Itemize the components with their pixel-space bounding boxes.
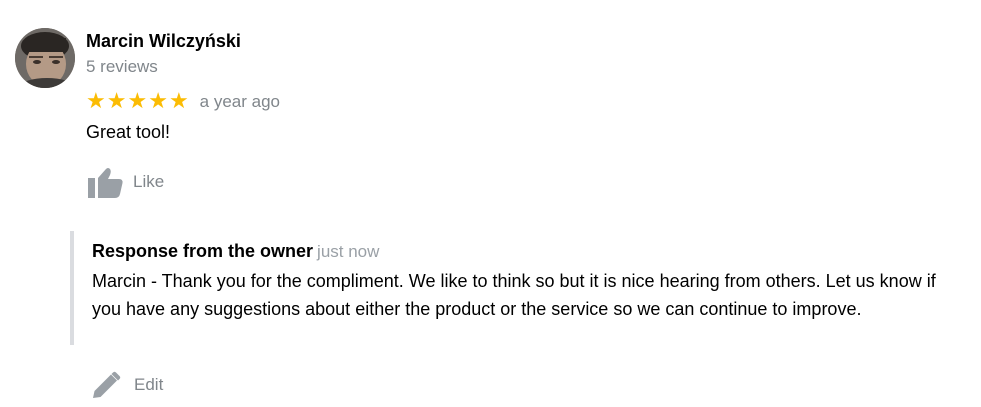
owner-response-header: Response from the owner just now	[92, 240, 950, 263]
reviewer-review-count: 5 reviews	[86, 57, 158, 76]
rating-row: ★ ★ ★ ★ ★ a year ago	[86, 91, 280, 113]
review-time: a year ago	[199, 92, 281, 111]
edit-label: Edit	[134, 375, 164, 394]
like-label: Like	[133, 172, 165, 191]
avatar[interactable]	[15, 28, 75, 88]
star-icon: ★	[86, 89, 106, 114]
owner-response-time: just now	[317, 242, 380, 261]
review-card: Marcin Wilczyński 5 reviews ★ ★ ★ ★ ★ a year…	[0, 0, 981, 407]
reviewer-name[interactable]: Marcin Wilczyński	[86, 30, 241, 52]
star-icon: ★	[127, 89, 148, 114]
like-button[interactable]: Like	[88, 166, 164, 198]
star-icon: ★	[148, 89, 168, 114]
thumbs-up-icon	[88, 168, 123, 198]
star-icon: ★	[106, 89, 127, 114]
star-rating: ★ ★ ★ ★ ★	[86, 91, 189, 113]
review-text: Great tool!	[86, 122, 171, 142]
edit-button[interactable]: Edit	[92, 369, 163, 401]
owner-response: Response from the owner just now Marcin -…	[70, 231, 950, 345]
pencil-icon	[93, 371, 121, 398]
star-icon: ★	[168, 89, 189, 114]
owner-response-text: Marcin - Thank you for the compliment. W…	[92, 271, 936, 319]
owner-response-label: Response from the owner	[92, 241, 314, 261]
